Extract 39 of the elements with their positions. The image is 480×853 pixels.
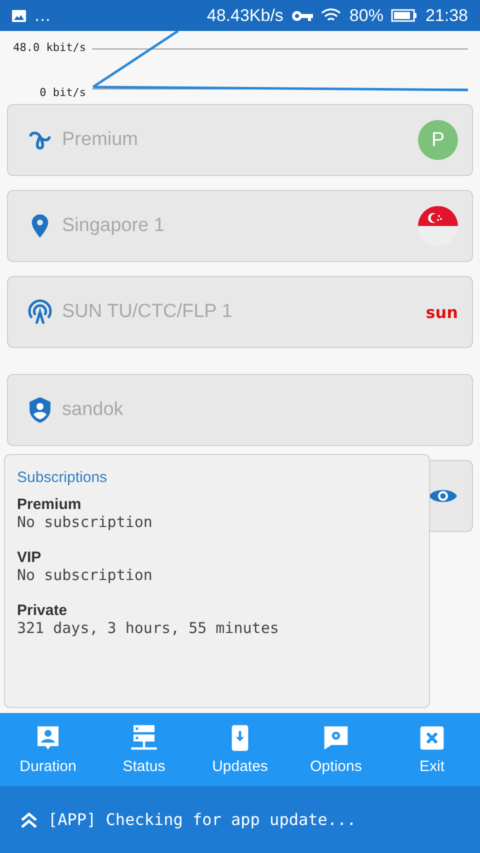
server-icon [130, 724, 158, 752]
field-value: Singapore 1 [62, 215, 166, 237]
plan-name: VIP [17, 549, 42, 566]
battery-percent: 80% [349, 6, 384, 26]
field-value: sandok [62, 399, 124, 421]
popup-title: Subscriptions [17, 469, 108, 486]
close-icon [418, 724, 446, 752]
nav-item[interactable]: Options [296, 724, 376, 775]
plan-status: 321 days, 3 hours, 55 minutes [17, 619, 280, 637]
nav-item[interactable]: Updates [200, 724, 280, 775]
axis-label: 0 bit/s [40, 86, 86, 99]
axis-label: 48.0 kbit/s [13, 41, 86, 54]
double-chevron-up-icon[interactable] [20, 810, 38, 828]
input-field[interactable]: sandok [7, 374, 473, 446]
notification-more: … [34, 6, 51, 26]
antenna-icon [26, 298, 54, 326]
image-icon [12, 10, 26, 22]
network-speed: 48.43Kb/s [206, 6, 284, 26]
input-field[interactable]: Singapore 1 [7, 190, 473, 262]
avatar-letter: P [418, 120, 458, 160]
plan-status: No subscription [17, 566, 154, 584]
field-value: SUN TU/CTC/FLP 1 [62, 301, 234, 323]
nav-item[interactable]: Duration [8, 724, 88, 775]
input-field[interactable]: SUN TU/CTC/FLP 1 sun [7, 276, 473, 348]
carrier-logo: sun [426, 302, 458, 322]
field-value: Premium [62, 129, 140, 151]
nav-item[interactable]: Exit [392, 724, 472, 775]
flag-icon [418, 206, 458, 246]
battery-icon [391, 9, 418, 22]
wifi-icon [321, 8, 342, 24]
input-field[interactable]: Premium P [7, 104, 473, 176]
log-message: [APP] Checking for app update... [48, 810, 356, 829]
key-icon [291, 10, 314, 22]
clock: 21:38 [425, 6, 468, 26]
plan-name: Private [17, 602, 68, 619]
gear-message-icon [322, 724, 350, 752]
plan-status: No subscription [17, 513, 154, 531]
nav-item[interactable]: Status [104, 724, 184, 775]
plan-name: Premium [17, 496, 82, 513]
